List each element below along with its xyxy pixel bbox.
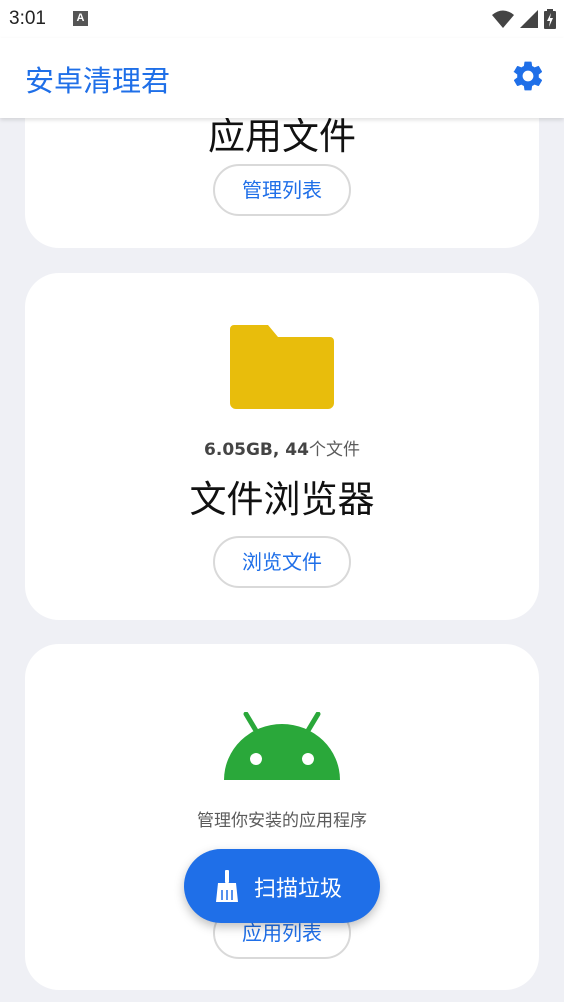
card-title: 应用文件: [208, 118, 356, 158]
file-count: 44: [285, 440, 309, 460]
status-time: 3:01: [9, 8, 46, 29]
cellular-icon: [520, 10, 538, 28]
android-icon: [224, 712, 340, 780]
folder-icon: [230, 325, 334, 409]
battery-charging-icon: [544, 9, 556, 29]
fab-label: 扫描垃圾: [254, 877, 343, 902]
app-manager-card: 管理你安装的应用程序 应用管理 应用列表: [25, 644, 539, 990]
card-subtitle: 管理你安装的应用程序: [197, 811, 367, 831]
file-stats: 6.05GB, 44个文件: [25, 435, 539, 460]
app-title: 安卓清理君: [25, 64, 171, 98]
system-icons: [492, 8, 556, 30]
status-bar: 3:01 A: [0, 0, 564, 38]
scan-junk-button[interactable]: 扫描垃圾: [184, 849, 380, 923]
broom-icon: [216, 870, 238, 902]
gear-icon[interactable]: [510, 58, 546, 94]
notification-icon: A: [73, 11, 88, 26]
browse-files-button[interactable]: 浏览文件: [213, 536, 351, 588]
file-size: 6.05GB: [204, 440, 273, 460]
file-count-unit: 个文件: [308, 440, 360, 460]
file-stats-sep: ,: [272, 440, 286, 460]
app-toolbar: 安卓清理君: [0, 38, 564, 118]
app-files-card: 应用文件 管理列表: [25, 118, 539, 248]
wifi-icon: [492, 10, 514, 28]
card-title: 文件浏览器: [189, 478, 375, 521]
manage-list-button[interactable]: 管理列表: [213, 164, 351, 216]
file-browser-card: 6.05GB, 44个文件 文件浏览器 浏览文件: [25, 273, 539, 620]
